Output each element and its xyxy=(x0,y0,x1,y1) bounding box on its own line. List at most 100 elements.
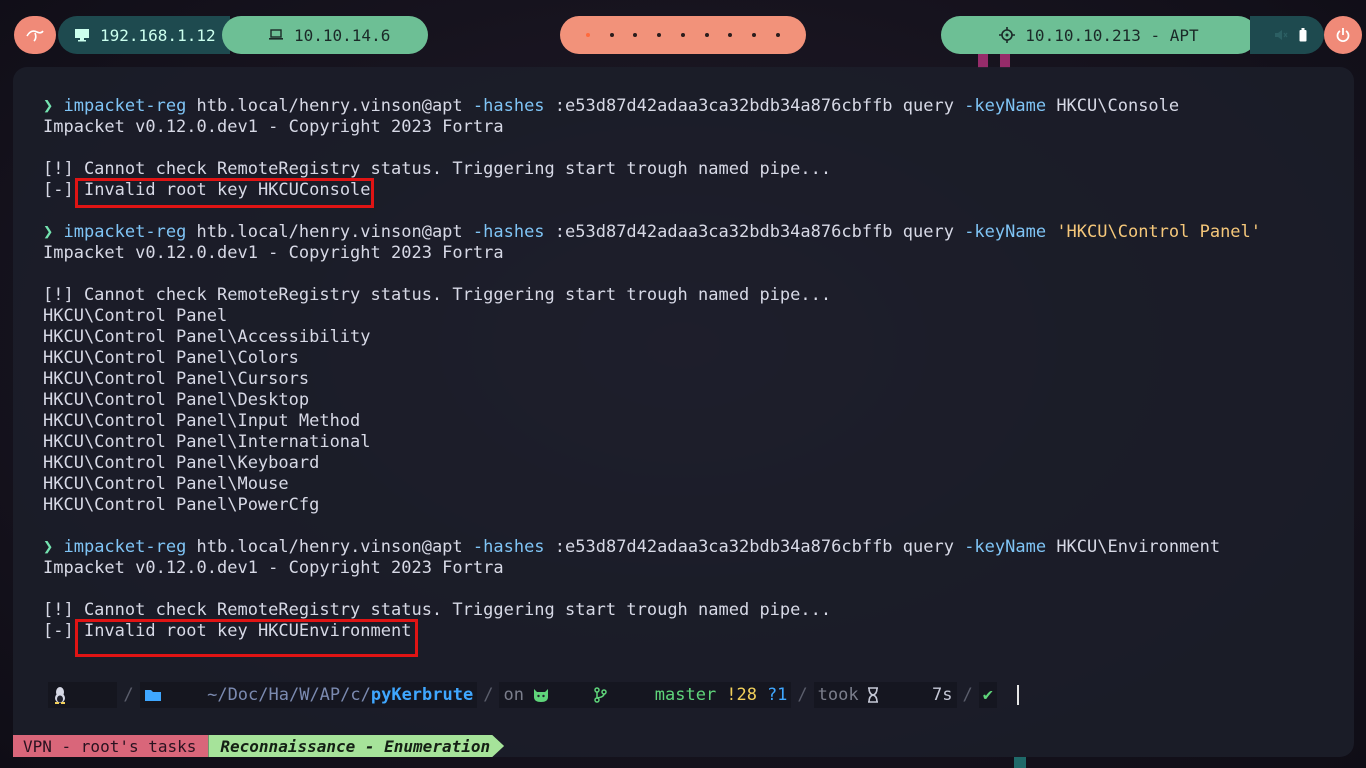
command-flag: -hashes xyxy=(472,537,545,557)
workspace-dot[interactable] xyxy=(680,33,685,37)
workspace-switcher[interactable] xyxy=(560,16,806,54)
result-line: HKCU\Control Panel\Input Method xyxy=(43,411,361,431)
command-name: impacket-reg xyxy=(63,537,187,557)
output-line: [!] Cannot check RemoteRegistry status. … xyxy=(43,159,832,179)
command-name: impacket-reg xyxy=(63,222,187,242)
prompt-git-segment: on master !28 ?1 xyxy=(499,682,792,708)
prompt-separator: / xyxy=(962,685,973,705)
output-line: Impacket v0.12.0.dev1 - Copyright 2023 F… xyxy=(43,243,504,263)
prompt-arrow: ❯ xyxy=(43,537,64,557)
prompt-path-segment: ~/Doc/Ha/W/AP/c/pyKerbrute xyxy=(139,682,478,708)
prompt-arrow: ❯ xyxy=(43,222,64,242)
output-line: Impacket v0.12.0.dev1 - Copyright 2023 F… xyxy=(43,117,504,137)
power-button[interactable] xyxy=(1324,16,1362,54)
command-arg: htb.local/henry.vinson@apt xyxy=(186,537,473,557)
prompt-separator: / xyxy=(123,685,134,705)
bg-neon-strip xyxy=(1014,757,1026,768)
command-line: ❯ impacket-reg htb.local/henry.vinson@ap… xyxy=(43,222,1261,243)
workspace-dot[interactable] xyxy=(633,33,638,37)
command-line: ❯ impacket-reg htb.local/henry.vinson@ap… xyxy=(43,96,1261,117)
command-arg: HKCU\Console xyxy=(1046,96,1180,116)
highlight-box-error-environment xyxy=(75,619,418,657)
command-flag: -keyName xyxy=(964,96,1047,116)
command-duration: 7s xyxy=(932,685,953,705)
battery-icon[interactable] xyxy=(1299,28,1307,42)
result-line: HKCU\Control Panel\Colors xyxy=(43,348,299,368)
power-icon xyxy=(1335,27,1351,43)
linux-penguin-icon xyxy=(52,646,113,744)
prompt-os-segment xyxy=(48,682,118,708)
command-flag: -keyName xyxy=(964,222,1047,242)
took-label: took xyxy=(817,685,859,705)
workspace-dot[interactable] xyxy=(704,33,709,37)
folder-icon xyxy=(144,648,205,742)
tasks-label: VPN - root's tasks xyxy=(13,735,209,757)
output-line: [!] Cannot check RemoteRegistry status. … xyxy=(43,285,832,305)
command-name: impacket-reg xyxy=(63,96,187,116)
status-footer: VPN - root's tasks Reconnaissance - Enum… xyxy=(13,735,505,757)
workspace-dot[interactable] xyxy=(776,33,780,37)
target-indicator: 10.10.10.213 - APT xyxy=(941,16,1257,54)
kali-dragon-icon xyxy=(25,28,45,42)
command-arg: :e53d87d42adaa3ca32bdb34a876cbffb query xyxy=(544,537,965,557)
result-line: HKCU\Control Panel\PowerCfg xyxy=(43,495,320,515)
git-branch-name: master xyxy=(654,685,717,705)
workspace-dot[interactable] xyxy=(752,33,757,37)
prompt-path: ~/Doc/Ha/W/AP/c/ xyxy=(207,685,371,705)
git-modified-count: !28 xyxy=(726,685,757,705)
result-line: HKCU\Control Panel\Keyboard xyxy=(43,453,320,473)
laptop-icon xyxy=(268,29,284,41)
result-line: HKCU\Control Panel\International xyxy=(43,432,371,452)
command-arg: :e53d87d42adaa3ca32bdb34a876cbffb query xyxy=(544,222,965,242)
top-bar: 192.168.1.12 10.10.14.6 10.10.10.213 - A… xyxy=(0,0,1366,70)
prompt-separator: / xyxy=(797,685,808,705)
command-line: ❯ impacket-reg htb.local/henry.vinson@ap… xyxy=(43,537,1261,558)
command-arg: htb.local/henry.vinson@apt xyxy=(186,96,473,116)
command-arg: :e53d87d42adaa3ca32bdb34a876cbffb query xyxy=(544,96,965,116)
monitor-icon xyxy=(74,28,90,42)
vpn-ip-text: 10.10.14.6 xyxy=(294,25,391,45)
workspace-dot[interactable] xyxy=(657,33,662,37)
text-cursor xyxy=(1017,685,1020,705)
command-arg: 'HKCU\Control Panel' xyxy=(1046,222,1262,242)
success-check-icon: ✔ xyxy=(982,685,994,705)
shell-prompt: / ~/Doc/Ha/W/AP/c/pyKerbrute / on master… xyxy=(48,682,1020,708)
result-line: HKCU\Control Panel\Desktop xyxy=(43,390,310,410)
command-arg: HKCU\Environment xyxy=(1046,537,1221,557)
git-untracked-count: ?1 xyxy=(766,685,788,705)
vpn-ip-indicator: 10.10.14.6 xyxy=(222,16,428,54)
menu-button[interactable] xyxy=(14,16,56,54)
result-line: HKCU\Control Panel\Mouse xyxy=(43,474,289,494)
crosshair-icon xyxy=(999,27,1016,43)
workspace-dot[interactable] xyxy=(609,33,614,37)
command-flag: -keyName xyxy=(964,537,1047,557)
prompt-status-segment: ✔ xyxy=(978,682,998,708)
output-line: Impacket v0.12.0.dev1 - Copyright 2023 F… xyxy=(43,558,504,578)
target-text: 10.10.10.213 - APT xyxy=(1025,25,1199,45)
command-flag: -hashes xyxy=(472,96,545,116)
phase-label: Reconnaissance - Enumeration xyxy=(208,735,505,757)
output-line: [!] Cannot check RemoteRegistry status. … xyxy=(43,600,832,620)
prompt-on-label: on xyxy=(503,685,524,705)
hourglass-icon xyxy=(867,647,928,743)
prompt-repo: pyKerbrute xyxy=(370,685,474,705)
volume-muted-icon[interactable] xyxy=(1274,29,1288,41)
workspace-dot[interactable] xyxy=(728,33,733,37)
local-ip-text: 192.168.1.12 xyxy=(100,25,216,45)
git-branch-icon xyxy=(593,647,654,743)
prompt-arrow: ❯ xyxy=(43,96,64,116)
prompt-separator: / xyxy=(483,685,494,705)
result-line: HKCU\Control Panel xyxy=(43,306,228,326)
system-tray xyxy=(1250,16,1324,54)
command-flag: -hashes xyxy=(472,222,545,242)
highlight-box-error-console xyxy=(75,178,374,208)
github-cat-icon xyxy=(532,647,593,743)
local-ip-indicator: 192.168.1.12 xyxy=(58,16,230,54)
workspace-dot[interactable] xyxy=(585,33,590,37)
command-arg: htb.local/henry.vinson@apt xyxy=(186,222,473,242)
result-line: HKCU\Control Panel\Accessibility xyxy=(43,327,371,347)
